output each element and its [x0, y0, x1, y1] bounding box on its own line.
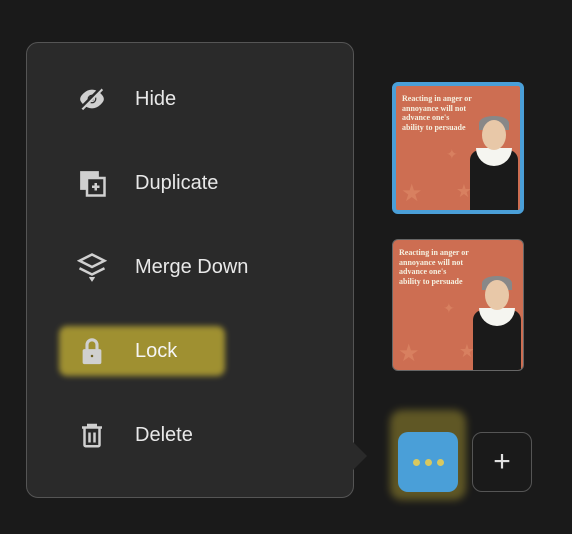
menu-item-delete[interactable]: Delete [27, 393, 353, 477]
layer-thumbnail[interactable]: ★ ★ ✦ Reacting in anger or annoyance wil… [392, 239, 524, 371]
menu-label: Duplicate [135, 172, 218, 195]
add-layer-button[interactable]: + [472, 432, 532, 492]
bottom-toolbar: + [398, 432, 532, 492]
trash-icon [75, 418, 109, 452]
menu-label: Hide [135, 88, 176, 111]
menu-label: Lock [135, 340, 177, 363]
menu-pointer [353, 442, 367, 470]
menu-item-merge-down[interactable]: Merge Down [27, 225, 353, 309]
duplicate-icon [75, 166, 109, 200]
menu-item-lock[interactable]: Lock [27, 309, 353, 393]
layers-panel: ★ ★ ✦ Reacting in anger or annoyance wil… [392, 82, 532, 396]
more-icon [413, 459, 444, 466]
thumb-artwork: ★ ★ ✦ Reacting in anger or annoyance wil… [396, 86, 520, 210]
layer-context-menu: Hide Duplicate Merge Down Lock Delete [26, 42, 354, 498]
menu-item-hide[interactable]: Hide [27, 57, 353, 141]
thumb-artwork: ★ ★ ✦ Reacting in anger or annoyance wil… [393, 240, 523, 370]
menu-label: Delete [135, 424, 193, 447]
menu-label: Merge Down [135, 256, 248, 279]
more-options-button[interactable] [398, 432, 458, 492]
layer-thumbnail-selected[interactable]: ★ ★ ✦ Reacting in anger or annoyance wil… [392, 82, 524, 214]
hide-icon [75, 82, 109, 116]
menu-item-duplicate[interactable]: Duplicate [27, 141, 353, 225]
lock-icon [75, 334, 109, 368]
merge-down-icon [75, 250, 109, 284]
plus-icon: + [493, 447, 511, 477]
